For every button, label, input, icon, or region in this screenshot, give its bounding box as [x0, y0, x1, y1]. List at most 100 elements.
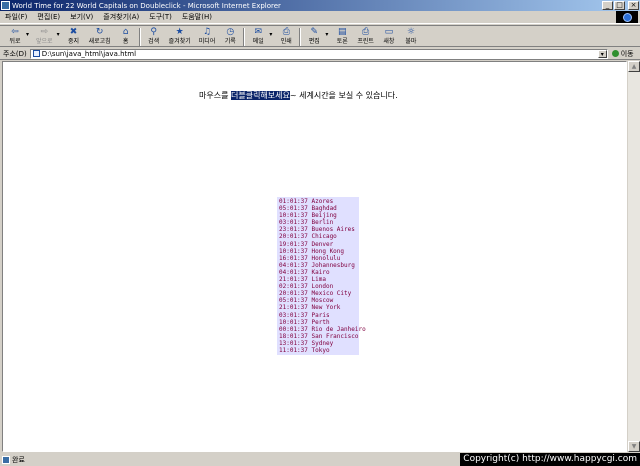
menu-tools[interactable]: 도구(T)	[144, 12, 177, 22]
time-row: 03:01:37 Paris	[279, 311, 330, 319]
refresh-icon: ↻	[95, 27, 104, 37]
scroll-up-arrow-icon[interactable]: ▲	[628, 61, 640, 72]
media-label: 미디어	[198, 38, 216, 45]
mail-label: 메일	[252, 38, 264, 45]
toolbar-separator	[299, 28, 302, 46]
instruction-after: ~ 세계시간을 보실 수 있습니다.	[289, 91, 398, 100]
time-row: 18:01:37 San Francisco	[279, 332, 359, 340]
search-button[interactable]: ⚲ 검색	[143, 26, 165, 48]
time-row: 21:01:37 Lima	[279, 276, 326, 284]
refresh-label: 새로고침	[88, 38, 111, 45]
scrollbar-track[interactable]	[628, 72, 640, 441]
menu-favorites[interactable]: 즐겨찾기(A)	[98, 12, 144, 22]
page-icon	[32, 50, 40, 57]
discuss-icon: ▤	[338, 27, 347, 37]
time-row: 11:01:37 Tokyo	[279, 346, 330, 354]
address-dropdown-icon[interactable]: ▾	[597, 49, 607, 58]
print-label: 인쇄	[280, 38, 292, 45]
refresh-button[interactable]: ↻ 새로고침	[85, 26, 115, 48]
time-row: 20:01:37 Chicago	[279, 233, 337, 241]
go-button[interactable]: 이동	[611, 49, 634, 59]
history-button[interactable]: ◷ 기록	[219, 26, 241, 48]
mail-button[interactable]: ✉ 메일	[247, 26, 269, 48]
discuss-label: 토론	[336, 38, 348, 45]
ie-app-icon[interactable]	[1, 1, 10, 10]
lightbulb-icon: ☼	[406, 27, 415, 37]
time-row: 19:01:37 Denver	[279, 240, 334, 248]
mail-icon: ✉	[254, 27, 263, 37]
time-row: 03:01:37 Berlin	[279, 219, 334, 227]
search-icon: ⚲	[150, 27, 157, 37]
new-window-icon: ▭	[384, 27, 394, 37]
home-icon: ⌂	[122, 27, 129, 37]
time-row: 20:01:37 Mexico City	[279, 290, 352, 298]
menu-help[interactable]: 도움말(H)	[177, 12, 217, 22]
page-content[interactable]: 마우스를 더블클릭해보세요~ 세계시간을 보실 수 있습니다. 01:01:37…	[2, 61, 627, 452]
lightbulb-label: 불마	[405, 38, 417, 45]
back-button[interactable]: ⇦ 뒤로	[4, 26, 26, 48]
address-box[interactable]: ▾	[29, 48, 608, 59]
address-label: 주소(D)	[3, 49, 27, 58]
forward-button[interactable]: ⇨ 앞으로	[32, 26, 57, 48]
go-label: 이동	[620, 49, 634, 58]
instruction-before: 마우스를	[199, 91, 231, 100]
back-label: 뒤로	[9, 38, 21, 45]
scroll-down-arrow-icon[interactable]: ▼	[628, 441, 640, 452]
stop-icon: ✖	[69, 27, 78, 37]
instruction-highlight: 더블클릭해보세요	[230, 91, 290, 100]
status-text: 완료	[12, 455, 25, 464]
minimize-button[interactable]: _	[602, 1, 613, 10]
search-label: 검색	[148, 38, 160, 45]
print-icon: ⎙	[282, 27, 290, 37]
forward-arrow-icon: ⇨	[40, 27, 49, 37]
media-icon: ♫	[202, 27, 212, 37]
history-label: 기록	[224, 38, 236, 45]
menu-bar: 파일(F) 편집(E) 보기(V) 즐겨찾기(A) 도구(T) 도움말(H)	[0, 11, 640, 24]
copyright-overlay: Copyright(c) http://www.happycgi.com	[460, 453, 640, 466]
time-row: 10:01:37 Hong Kong	[279, 247, 345, 255]
print-button[interactable]: ⎙ 인쇄	[275, 26, 297, 48]
new-window-button[interactable]: ▭ 새창	[378, 26, 400, 48]
stop-label: 중지	[68, 38, 80, 45]
home-label: 홈	[122, 38, 129, 45]
menu-edit[interactable]: 편집(E)	[32, 12, 65, 22]
toolbar-separator	[243, 28, 246, 46]
discuss-button[interactable]: ▤ 토론	[331, 26, 353, 48]
printer-button[interactable]: ⎙ 프린트	[353, 26, 378, 48]
maximize-button[interactable]: □	[614, 1, 625, 10]
media-button[interactable]: ♫ 미디어	[195, 26, 220, 48]
home-button[interactable]: ⌂ 홈	[115, 26, 137, 48]
history-icon: ◷	[226, 27, 235, 37]
lightbulb-button[interactable]: ☼ 불마	[400, 26, 422, 48]
favorites-icon: ★	[175, 27, 184, 37]
menu-file[interactable]: 파일(F)	[0, 12, 32, 22]
address-input[interactable]	[41, 49, 597, 58]
stop-button[interactable]: ✖ 중지	[63, 26, 85, 48]
close-button[interactable]: ×	[628, 1, 639, 10]
menu-view[interactable]: 보기(V)	[65, 12, 98, 22]
edit-label: 편집	[308, 38, 320, 45]
go-arrow-icon	[611, 50, 619, 57]
time-row: 04:01:37 Kairo	[279, 268, 330, 276]
back-arrow-icon: ⇦	[11, 27, 19, 37]
vertical-scrollbar[interactable]: ▲ ▼	[628, 61, 640, 452]
ie-throbber-icon	[616, 11, 638, 23]
time-row: 21:01:37 New York	[279, 304, 341, 312]
time-row: 13:01:37 Sydney	[279, 339, 334, 347]
time-row: 16:01:37 Honolulu	[279, 254, 341, 262]
status-bar: 완료 Copyright(c) http://www.happycgi.com	[0, 453, 640, 466]
page-status-icon	[2, 455, 10, 464]
favorites-label: 즐겨찾기	[168, 38, 191, 45]
edit-button[interactable]: ✎ 편집	[303, 26, 325, 48]
favorites-button[interactable]: ★ 즐겨찾기	[165, 26, 195, 48]
forward-label: 앞으로	[36, 38, 53, 45]
address-bar: 주소(D) ▾ 이동	[0, 48, 640, 60]
toolbar-separator	[138, 28, 141, 46]
printer-icon: ⎙	[361, 27, 370, 37]
instruction-text: 마우스를 더블클릭해보세요~ 세계시간을 보실 수 있습니다.	[199, 90, 398, 101]
time-row: 04:01:37 Johannesburg	[279, 261, 355, 269]
world-time-list: 01:01:37 Azores 05:01:37 Baghdad 10:01:3…	[277, 197, 366, 355]
title-bar[interactable]: World Time for 22 World Capitals on Doub…	[0, 0, 640, 11]
time-row: 00:01:37 Rio de Janheiro	[279, 325, 366, 333]
edit-icon: ✎	[310, 27, 319, 37]
